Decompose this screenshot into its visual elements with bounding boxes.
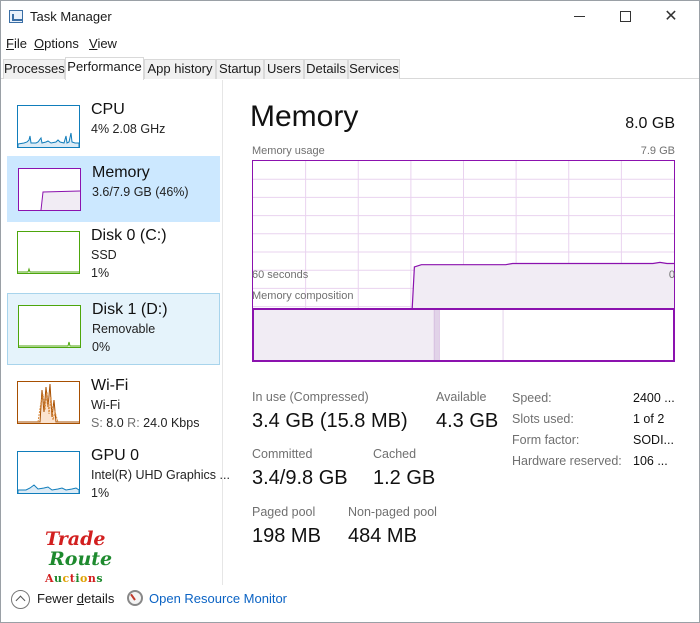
committed-label: Committed: [252, 447, 313, 461]
sidebar-item-title: GPU 0: [91, 447, 140, 464]
window-title: Task Manager: [30, 9, 112, 24]
resource-monitor-icon: [127, 590, 143, 606]
maximize-button[interactable]: [602, 1, 648, 33]
in-use-label: In use (Compressed): [252, 390, 369, 404]
sidebar-item-title: Wi-Fi: [91, 377, 129, 394]
composition-in-use: [254, 310, 435, 360]
performance-sidebar: CPU 4% 2.08 GHz Memory 3.6/7.9 GB (46%) …: [1, 80, 230, 585]
cached-label: Cached: [373, 447, 417, 461]
non-paged-pool-label: Non-paged pool: [348, 505, 437, 519]
sidebar-item-usage: 0%: [92, 340, 111, 354]
tab-users[interactable]: Users: [264, 59, 304, 79]
hardware-reserved-label: Hardware reserved:: [512, 454, 622, 468]
composition-free: [503, 310, 673, 360]
sidebar-item-disk-0[interactable]: Disk 0 (C:) SSD 1%: [7, 220, 220, 286]
non-paged-pool-value: 484 MB: [348, 525, 417, 547]
sidebar-item-usage: 1%: [91, 486, 110, 500]
tab-performance[interactable]: Performance: [65, 57, 144, 80]
disk-0-thumbnail-graph: [17, 231, 80, 274]
disk-1-thumbnail-graph: [18, 305, 81, 348]
sidebar-item-title: Disk 1 (D:): [92, 301, 168, 318]
sidebar-item-usage: 1%: [91, 266, 110, 280]
usage-chart-time-end: 0: [668, 269, 675, 281]
form-factor-label: Form factor:: [512, 433, 580, 447]
sidebar-item-title: Memory: [92, 164, 150, 181]
tab-bar: Processes Performance App history Startu…: [1, 57, 699, 80]
composition-chart-label: Memory composition: [252, 290, 354, 302]
form-factor-value: SODI...: [633, 433, 674, 447]
sidebar-item-detail: Intel(R) UHD Graphics ...: [91, 468, 230, 482]
speed-label: Speed:: [512, 391, 552, 405]
hardware-reserved-value: 106 ...: [633, 454, 668, 468]
sidebar-item-title: CPU: [91, 101, 125, 118]
footer-bar: Fewer details Open Resource Monitor: [1, 586, 699, 622]
page-title: Memory: [250, 100, 359, 133]
wifi-thumbnail-graph: [17, 381, 80, 424]
sidebar-item-throughput: S: 8.0 R: 24.0 Kbps: [91, 416, 200, 430]
total-memory: 8.0 GB: [625, 115, 675, 132]
memory-composition-bar: [252, 308, 675, 362]
task-manager-window: Task Manager ✕ File Options View Process…: [0, 0, 700, 623]
paged-pool-value: 198 MB: [252, 525, 321, 547]
open-resource-monitor-link[interactable]: Open Resource Monitor: [149, 591, 287, 606]
usage-chart-max-label: 7.9 GB: [640, 145, 675, 157]
composition-modified: [434, 310, 440, 360]
cached-value: 1.2 GB: [373, 467, 436, 489]
slots-used-value: 1 of 2: [633, 412, 665, 426]
minimize-button[interactable]: [556, 1, 602, 33]
menu-view[interactable]: View: [89, 36, 117, 51]
sidebar-item-detail: 3.6/7.9 GB (46%): [92, 185, 189, 199]
tab-app-history[interactable]: App history: [144, 59, 216, 79]
in-use-value: 3.4 GB (15.8 MB): [252, 410, 408, 432]
gpu-0-thumbnail-graph: [17, 451, 80, 494]
title-bar: Task Manager ✕: [1, 1, 699, 33]
sidebar-item-detail: SSD: [91, 248, 117, 262]
available-label: Available: [436, 390, 487, 404]
memory-detail-panel: Memory 8.0 GB Memory usage 7.9 GB 60 sec…: [225, 80, 699, 585]
sidebar-item-detail: Removable: [92, 322, 156, 336]
sidebar-item-detail: 4% 2.08 GHz: [91, 122, 166, 136]
menu-options[interactable]: Options: [34, 36, 79, 51]
sidebar-item-gpu-0[interactable]: GPU 0 Intel(R) UHD Graphics ... 1%: [7, 440, 230, 506]
composition-standby: [439, 310, 504, 360]
sidebar-item-detail: Wi-Fi: [91, 398, 121, 412]
sidebar-item-cpu[interactable]: CPU 4% 2.08 GHz: [7, 94, 220, 160]
trade-route-auctions-logo: Trade Route Auctions: [45, 528, 113, 585]
tab-processes[interactable]: Processes: [3, 59, 65, 79]
close-button[interactable]: ✕: [648, 1, 694, 33]
cpu-thumbnail-graph: [17, 105, 80, 148]
tab-startup[interactable]: Startup: [216, 59, 264, 79]
sidebar-item-title: Disk 0 (C:): [91, 227, 167, 244]
maximize-icon: [619, 11, 631, 23]
chevron-up-icon[interactable]: [11, 590, 30, 609]
usage-chart-label: Memory usage: [252, 145, 325, 157]
tab-details[interactable]: Details: [304, 59, 348, 79]
available-value: 4.3 GB: [436, 410, 499, 432]
memory-thumbnail-graph: [18, 168, 81, 211]
paged-pool-label: Paged pool: [252, 505, 316, 519]
sidebar-item-wifi[interactable]: Wi-Fi Wi-Fi S: 8.0 R: 24.0 Kbps: [7, 370, 220, 436]
minimize-icon: [573, 16, 585, 18]
sidebar-item-memory[interactable]: Memory 3.6/7.9 GB (46%): [7, 156, 220, 222]
committed-value: 3.4/9.8 GB: [252, 467, 348, 489]
fewer-details-button[interactable]: Fewer details: [37, 591, 114, 606]
speed-value: 2400 ...: [633, 391, 675, 405]
usage-chart-time-start: 60 seconds: [252, 269, 309, 281]
menu-file[interactable]: File: [6, 36, 27, 51]
sidebar-item-disk-1[interactable]: Disk 1 (D:) Removable 0%: [7, 293, 220, 365]
task-manager-app-icon: [9, 10, 23, 23]
tab-services[interactable]: Services: [348, 59, 400, 79]
slots-used-label: Slots used:: [512, 412, 574, 426]
close-icon: ✕: [664, 8, 678, 25]
